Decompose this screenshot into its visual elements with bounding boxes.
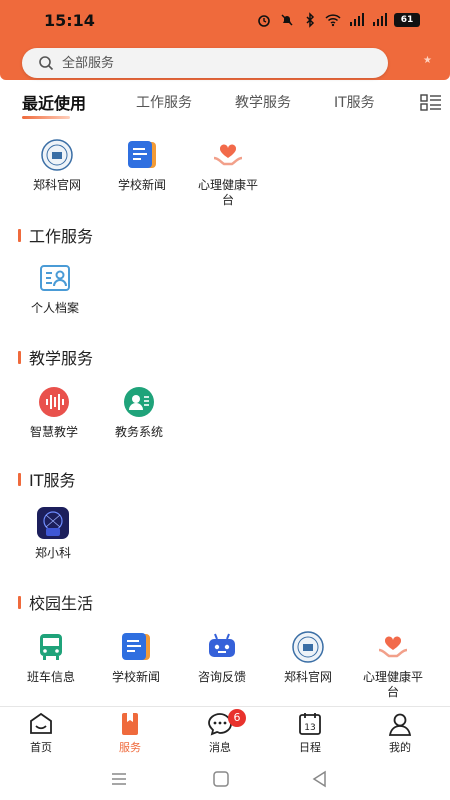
- app-mental-health-campus[interactable]: 心理健康平 台: [353, 630, 433, 700]
- app-zk-website-campus[interactable]: 郑科官网: [268, 630, 348, 685]
- tab-it[interactable]: IT服务: [334, 92, 375, 112]
- home-square-icon[interactable]: [212, 770, 230, 788]
- search-bar[interactable]: [22, 48, 388, 78]
- heart-hands-icon: [213, 144, 243, 166]
- header: 15:14 61 ★: [0, 0, 450, 80]
- tab-teaching[interactable]: 教学服务: [235, 92, 291, 112]
- tab-active-indicator: [22, 116, 70, 119]
- bottom-nav: 首页 服务 6 消息 13 日程 我的: [0, 706, 450, 759]
- alarm-icon: [258, 15, 270, 27]
- app-zheng-xiaoke[interactable]: 郑小科: [13, 506, 93, 561]
- robot-icon: [209, 633, 235, 657]
- bluetooth-icon: [306, 12, 315, 28]
- news-icon: [128, 141, 156, 168]
- search-input[interactable]: [60, 54, 364, 72]
- status-bar: 15:14 61: [0, 6, 450, 36]
- svg-text:13: 13: [304, 723, 315, 733]
- app-mental-health[interactable]: 心理健康平 台: [188, 138, 268, 208]
- section-title-campus: 校园生活: [18, 590, 93, 614]
- app-school-news[interactable]: 学校新闻: [102, 138, 182, 193]
- nav-services[interactable]: 服务: [100, 711, 160, 755]
- mute-bell-icon: [281, 14, 293, 26]
- calendar-icon: 13: [299, 713, 321, 735]
- user-icon: [388, 713, 412, 736]
- grid-list-icon[interactable]: [420, 94, 442, 112]
- battery-icon: 61: [394, 13, 420, 27]
- section-title-teaching: 教学服务: [18, 345, 93, 369]
- app-school-news-campus[interactable]: 学校新闻: [96, 630, 176, 685]
- audio-wave-icon: [39, 387, 69, 417]
- app-shuttle-info[interactable]: 班车信息: [11, 630, 91, 685]
- nav-schedule[interactable]: 13 日程: [280, 711, 340, 755]
- back-triangle-icon[interactable]: [311, 770, 329, 788]
- school-seal-icon: [41, 139, 73, 171]
- section-title-work: 工作服务: [18, 223, 93, 247]
- user-list-icon: [124, 387, 154, 417]
- system-nav-bar: [0, 760, 450, 800]
- signal-4g-icon: [373, 13, 387, 26]
- category-tabs: 最近使用 工作服务 教学服务 IT服务: [0, 86, 450, 122]
- signal-5g-icon: [350, 13, 364, 26]
- tab-recent[interactable]: 最近使用: [22, 90, 86, 114]
- nav-home[interactable]: 首页: [11, 711, 71, 755]
- school-seal-icon: [292, 631, 324, 663]
- heart-hands-icon: [378, 636, 408, 658]
- menu-icon[interactable]: [110, 770, 128, 788]
- section-title-it: IT服务: [18, 467, 76, 491]
- home-icon: [30, 712, 52, 734]
- status-icons: 61: [256, 12, 420, 28]
- app-feedback[interactable]: 咨询反馈: [182, 630, 262, 685]
- messages-badge: 6: [228, 709, 246, 727]
- nav-messages[interactable]: 6 消息: [190, 709, 250, 755]
- app-zk-website[interactable]: 郑科官网: [17, 138, 97, 193]
- status-time: 15:14: [44, 11, 95, 30]
- star-icon: ★: [423, 55, 432, 66]
- tab-work[interactable]: 工作服务: [136, 92, 192, 112]
- ai-assistant-icon: [37, 507, 69, 539]
- profile-card-icon: [40, 265, 70, 291]
- app-academic-system[interactable]: 教务系统: [99, 385, 179, 440]
- wifi-icon: [325, 14, 341, 27]
- news-icon: [122, 633, 150, 660]
- nav-profile[interactable]: 我的: [370, 711, 430, 755]
- app-personal-records[interactable]: 个人档案: [15, 261, 95, 316]
- bookmark-book-icon: [122, 713, 138, 735]
- search-icon: [39, 56, 54, 71]
- app-smart-teaching[interactable]: 智慧教学: [14, 385, 94, 440]
- bus-icon: [40, 634, 62, 660]
